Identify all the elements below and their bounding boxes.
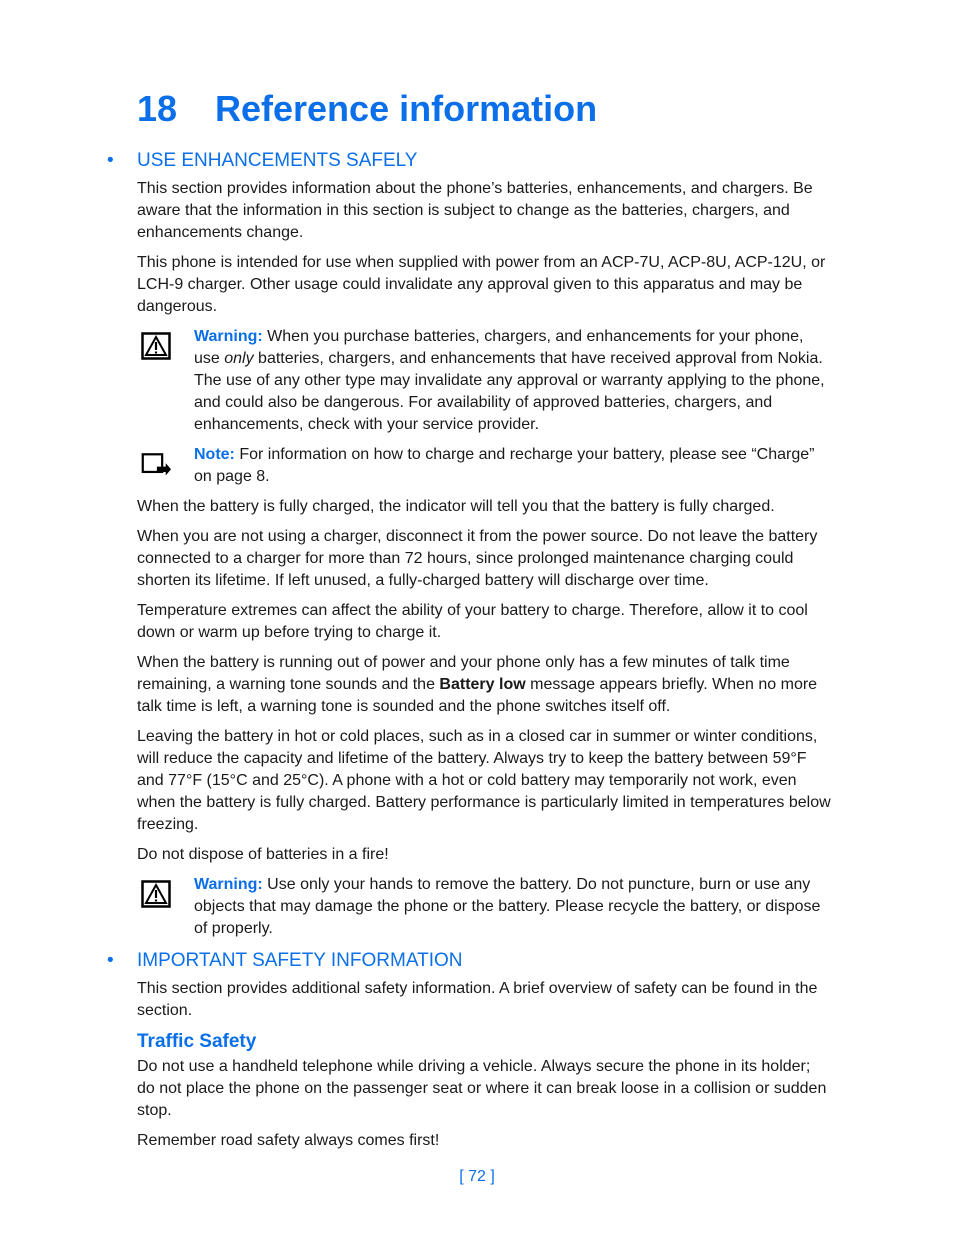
paragraph: When the battery is running out of power…: [137, 654, 818, 715]
note-icon: [141, 453, 171, 476]
paragraph: This section provides information about …: [137, 180, 813, 241]
note-label: Note:: [194, 446, 235, 463]
paragraph: When you are not using a charger, discon…: [137, 528, 818, 589]
section-heading-safety: • IMPORTANT SAFETY INFORMATION: [107, 948, 832, 974]
content: • USE ENHANCEMENTS SAFELY This section p…: [107, 148, 832, 1160]
paragraph: This section provides additional safety …: [137, 980, 818, 1019]
paragraph: This phone is intended for use when supp…: [137, 254, 826, 315]
warning-icon: [141, 880, 171, 908]
paragraph: Do not dispose of batteries in a fire!: [137, 846, 389, 863]
warning-label: Warning:: [194, 328, 263, 345]
warning-callout: Warning: Use only your hands to remove t…: [137, 874, 832, 940]
section-heading-enhancements: • USE ENHANCEMENTS SAFELY: [107, 148, 832, 174]
paragraph: Leaving the battery in hot or cold place…: [137, 728, 831, 833]
paragraph: When the battery is fully charged, the i…: [137, 498, 775, 515]
chapter-title-text: Reference information: [215, 88, 598, 129]
bullet: •: [107, 950, 114, 971]
chapter-title: 18 Reference information: [137, 88, 597, 130]
chapter-number: 18: [137, 88, 178, 129]
paragraph: Remember road safety always comes first!: [137, 1132, 440, 1149]
document-page: 18 Reference information • USE ENHANCEMEN…: [0, 0, 954, 1248]
warning-callout: Warning: When you purchase batteries, ch…: [137, 326, 832, 436]
warning-label: Warning:: [194, 876, 263, 893]
note-callout: Note: For information on how to charge a…: [137, 444, 832, 488]
subsection-heading-traffic: Traffic Safety: [137, 1031, 257, 1052]
bullet: •: [107, 150, 114, 171]
warning-icon: [141, 332, 171, 360]
paragraph: Do not use a handheld telephone while dr…: [137, 1058, 827, 1119]
page-number: [ 72 ]: [459, 1168, 495, 1185]
paragraph: Temperature extremes can affect the abil…: [137, 602, 808, 641]
